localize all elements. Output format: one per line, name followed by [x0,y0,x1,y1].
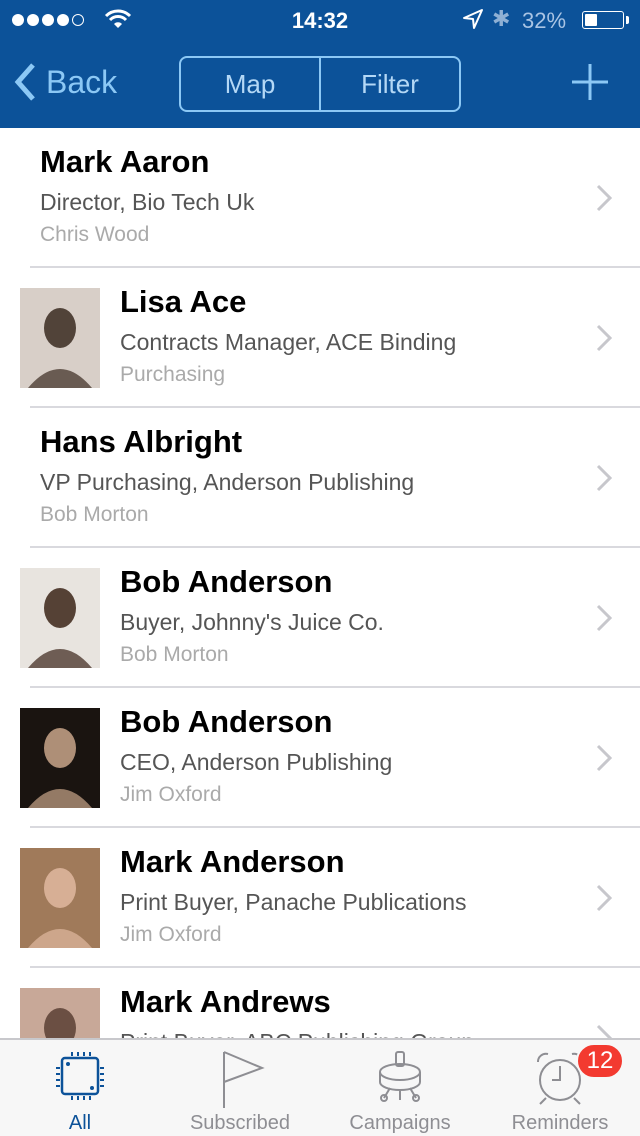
contact-title: Print Buyer, Panache Publications [120,889,467,915]
contact-row[interactable]: Mark Aaron Director, Bio Tech Uk Chris W… [0,128,640,268]
tab-campaigns[interactable]: Campaigns [320,1040,480,1136]
contact-row[interactable]: Hans Albright VP Purchasing, Anderson Pu… [0,408,640,548]
contact-photo [20,708,100,808]
navigation-header: 14:32 ✱ 32% Back Map Filter [0,0,640,128]
contact-name: Lisa Ace [120,284,247,319]
contact-owner: Bob Morton [40,503,149,526]
tab-subscribed[interactable]: Subscribed [160,1040,320,1136]
tab-label: Reminders [511,1112,609,1134]
contact-photo [20,288,100,388]
view-segmented-control: Map Filter [179,56,461,112]
chip-icon [56,1052,104,1100]
tab-all[interactable]: All [0,1040,160,1136]
reminders-badge: 12 [576,1043,624,1079]
contact-photo [20,568,100,668]
potentiometer-icon [379,1051,421,1102]
chevron-right-icon [596,1024,612,1038]
tab-label: Subscribed [189,1112,291,1134]
contact-name: Mark Anderson [120,844,345,879]
contact-title: Director, Bio Tech Uk [40,189,255,215]
bluetooth-icon: ✱ [492,6,511,31]
contact-title: Print Buyer, ABC Publishing Group [120,1024,474,1038]
battery-percent: 32% [522,8,567,33]
contact-title: VP Purchasing, Anderson Publishing [40,469,415,495]
chevron-right-icon [596,604,612,632]
chevron-right-icon [596,184,612,212]
contact-owner: Jim Oxford [120,783,222,806]
contact-row[interactable]: Bob Anderson Buyer, Johnny's Juice Co. B… [0,548,640,688]
contact-name: Bob Anderson [120,704,333,739]
tab-label: All [68,1112,92,1134]
contact-name: Bob Anderson [120,564,333,599]
contact-owner: Chris Wood [40,223,150,246]
battery-icon [582,11,624,29]
contact-list[interactable]: Mark Aaron Director, Bio Tech Uk Chris W… [0,128,640,1038]
status-bar: 14:32 ✱ 32% [0,0,640,40]
map-segment[interactable]: Map [181,58,319,110]
flag-icon [223,1051,265,1108]
tab-bar: All Subscribed Campaigns Reminders [0,1038,640,1136]
chevron-right-icon [596,324,612,352]
contact-title: Contracts Manager, ACE Binding [120,329,457,355]
contact-row[interactable]: Lisa Ace Contracts Manager, ACE Binding … [0,268,640,408]
contact-owner: Bob Morton [120,643,229,666]
contact-photo [20,848,100,948]
contact-title: Buyer, Johnny's Juice Co. [120,609,384,635]
chevron-right-icon [596,464,612,492]
chevron-right-icon [596,884,612,912]
chevron-left-icon [14,63,35,101]
contact-name: Hans Albright [40,424,243,459]
contact-row[interactable]: Bob Anderson CEO, Anderson Publishing Ji… [0,688,640,828]
contact-owner: Jim Oxford [120,923,222,946]
contact-row[interactable]: Mark Anderson Print Buyer, Panache Publi… [0,828,640,968]
contact-row[interactable]: Mark Andrews Print Buyer, ABC Publishing… [0,968,640,1038]
contact-owner: Purchasing [120,363,226,386]
contact-name: Mark Andrews [120,984,331,1019]
back-label: Back [46,63,118,100]
add-contact-button[interactable] [570,62,610,102]
location-arrow-icon [463,9,483,29]
chevron-right-icon [596,744,612,772]
tab-label: Campaigns [349,1112,451,1134]
contact-name: Mark Aaron [40,144,210,179]
filter-segment[interactable]: Filter [319,58,459,110]
contact-title: CEO, Anderson Publishing [120,749,393,775]
contact-photo [20,988,100,1038]
back-button[interactable]: Back [14,62,117,102]
